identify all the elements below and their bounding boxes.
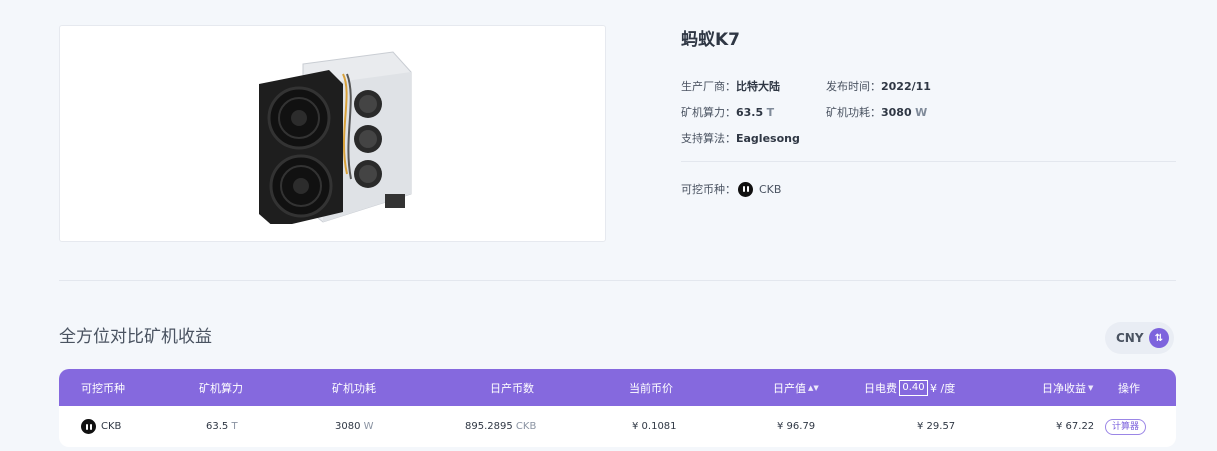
row-power-unit: W [363,421,374,432]
algo-value: Eaglesong [736,132,800,145]
profit-table: 可挖币种 矿机算力 矿机功耗 日产币数 当前币价 日产值 ▲▼ 日电费 0.40 … [59,369,1176,447]
hashrate-label: 矿机算力： [681,106,736,119]
calculator-button[interactable]: 计算器 [1105,418,1147,435]
manufacturer-value: 比特大陆 [736,80,780,93]
info-divider [681,161,1176,162]
table-header: 可挖币种 矿机算力 矿机功耗 日产币数 当前币价 日产值 ▲▼ 日电费 0.40 … [59,369,1176,406]
row-power-value: 3080 [335,421,361,432]
currency-label: CNY [1116,331,1144,345]
algo-spec: 支持算法：Eaglesong [681,130,881,146]
release-spec: 发布时间：2022/11 [826,78,971,94]
header-daily-coins: 日产币数 [490,381,534,395]
header-power: 矿机功耗 [332,381,376,395]
electricity-price-input[interactable]: 0.40 [899,379,928,396]
row-daily-coins: 895.2895 CKB [465,406,536,447]
row-net: ¥ 67.22 [1056,421,1095,432]
header-net-sort[interactable]: 日净收益 ▼ [1042,369,1093,406]
manufacturer-spec: 生产厂商：比特大陆 [681,78,826,94]
header-price: 当前币价 [629,381,673,395]
row-power: 3080 W [335,406,374,447]
header-daily-value-sort[interactable]: 日产值 ▲▼ [773,369,819,406]
row-coin-name: CKB [101,421,122,432]
coin-name[interactable]: CKB [759,183,781,196]
miner-image [258,50,411,224]
hashrate-value: 63.5 [736,106,764,119]
row-elec-cost: ¥ 29.57 [917,421,956,432]
header-hashrate: 矿机算力 [199,381,243,395]
header-elec-suffix: ¥ /度 [930,381,956,395]
algo-label: 支持算法： [681,132,736,145]
swap-icon: ⇅ [1149,328,1169,348]
row-action: 计算器 [1105,406,1147,447]
row-hashrate-unit: T [231,421,238,432]
row-daily-coins-value: 895.2895 [465,421,513,432]
currency-toggle-button[interactable]: CNY ⇅ [1105,322,1174,354]
spec-row: 支持算法：Eaglesong [681,125,1176,151]
power-unit: W [915,106,928,119]
row-daily-value: ¥ 96.79 [777,421,816,432]
release-value: 2022/11 [881,80,931,93]
product-info: 蚂蚁K7 生产厂商：比特大陆 发布时间：2022/11 矿机算力：63.5 T … [681,28,1176,197]
product-title: 蚂蚁K7 [681,30,741,50]
sort-icon: ▲▼ [808,383,819,392]
header-electricity: 日电费 0.40 ¥ /度 [864,369,955,406]
ckb-coin-icon [81,419,96,434]
header-daily-value: 日产值 [773,381,806,395]
ckb-coin-icon [738,181,753,197]
section-title: 全方位对比矿机收益 [59,327,212,347]
header-action: 操作 [1118,381,1140,395]
hashrate-unit: T [766,106,775,119]
row-hashrate: 63.5 T [206,406,238,447]
hashrate-spec: 矿机算力：63.5 T [681,104,826,120]
power-spec: 矿机功耗：3080 W [826,104,971,120]
power-value: 3080 [881,106,912,119]
header-net: 日净收益 [1042,381,1086,395]
table-row: CKB 63.5 T 3080 W 895.2895 CKB ¥ 0.1081 … [59,406,1176,447]
row-coin: CKB [81,406,121,447]
row-hashrate-value: 63.5 [206,421,229,432]
spec-row: 矿机算力：63.5 T 矿机功耗：3080 W [681,99,1176,125]
row-price: ¥ 0.1081 [632,421,677,432]
product-image-card [59,25,606,242]
coins-row: 可挖币种： CKB [681,181,1176,197]
header-elec-prefix: 日电费 [864,381,897,395]
spec-row: 生产厂商：比特大陆 发布时间：2022/11 [681,73,1176,99]
spec-grid: 生产厂商：比特大陆 发布时间：2022/11 矿机算力：63.5 T 矿机功耗：… [681,73,1176,151]
header-coin: 可挖币种 [81,381,125,395]
power-label: 矿机功耗： [826,106,881,119]
sort-icon: ▼ [1088,383,1094,392]
section-divider [59,280,1176,281]
row-daily-coins-unit: CKB [515,421,537,432]
manufacturer-label: 生产厂商： [681,80,736,93]
coins-label: 可挖币种： [681,183,736,196]
release-label: 发布时间： [826,80,881,93]
